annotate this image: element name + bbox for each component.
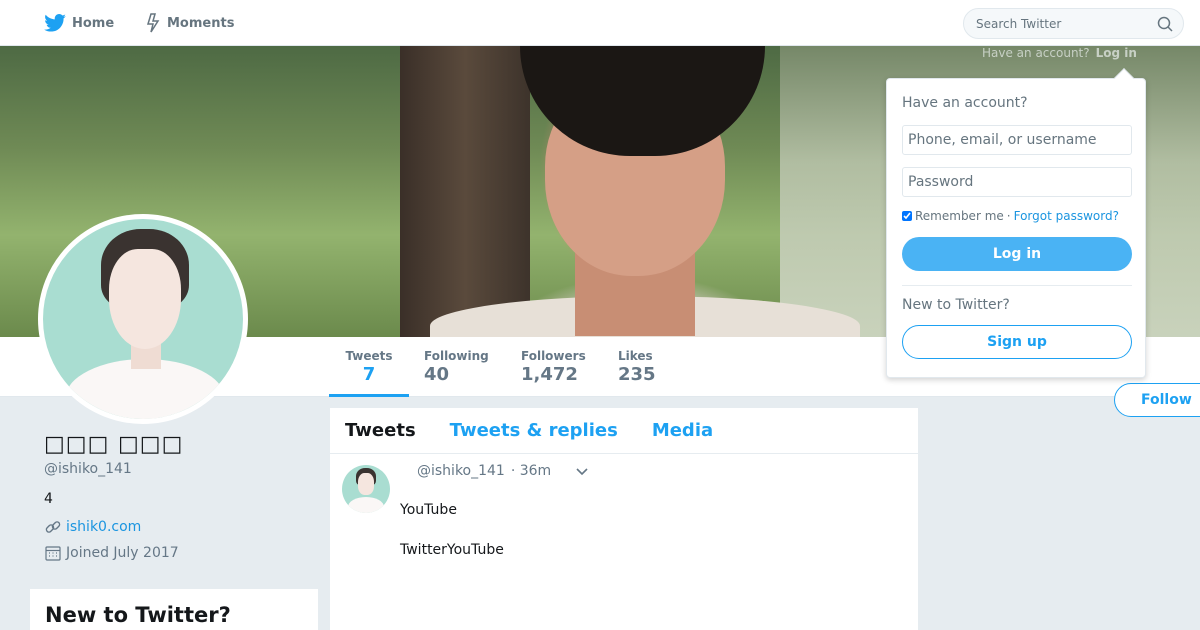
nav-moments-label: Moments xyxy=(167,15,235,31)
banner-login-link[interactable]: Log in xyxy=(1096,46,1137,60)
stat-tweets-count: 7 xyxy=(362,364,376,385)
search-input[interactable] xyxy=(964,9,1149,38)
profile-display-name[interactable]: □□□ □□□ xyxy=(44,432,324,460)
remember-row: Remember me · Forgot password? xyxy=(902,209,1119,223)
tab-media[interactable]: Media xyxy=(652,420,713,441)
timeline-tabs: Tweets Tweets & replies Media xyxy=(330,408,918,454)
profile-joined-date: Joined July 2017 xyxy=(66,545,179,561)
tweet-handle[interactable]: @ishiko_141 xyxy=(417,463,505,479)
stat-following-label: Following xyxy=(424,349,489,363)
login-divider xyxy=(902,285,1132,286)
search-icon[interactable] xyxy=(1157,16,1173,32)
profile-website-link[interactable]: ishik0.com xyxy=(66,519,141,535)
signup-callout: New to Twitter? xyxy=(30,589,318,630)
stat-followers[interactable]: Followers 1,472 xyxy=(521,337,586,397)
profile-bio: 4 xyxy=(44,491,53,507)
stat-tweets-label: Tweets xyxy=(345,349,393,363)
follow-button[interactable]: Follow xyxy=(1114,383,1200,417)
nav-home[interactable]: Home xyxy=(44,0,114,46)
timeline: Tweets Tweets & replies Media xyxy=(330,408,918,630)
nav-moments[interactable]: Moments xyxy=(145,0,234,46)
search-box xyxy=(963,8,1184,39)
stat-followers-count: 1,472 xyxy=(521,364,578,385)
tab-tweets-replies[interactable]: Tweets & replies xyxy=(450,420,618,441)
tweet-avatar[interactable] xyxy=(342,465,390,513)
top-navigation: Home Moments xyxy=(0,0,1200,46)
username-input[interactable] xyxy=(902,125,1132,155)
nav-home-label: Home xyxy=(72,15,115,31)
tweet-avatar-face xyxy=(358,473,374,495)
password-input[interactable] xyxy=(902,167,1132,197)
profile-header-card: □□□ □□□ @ishiko_141 4 ishik0.com Joined … xyxy=(44,432,324,562)
avatar-face xyxy=(109,249,181,349)
remember-label[interactable]: Remember me xyxy=(915,209,1004,223)
twitter-bird-icon xyxy=(44,14,66,32)
link-icon xyxy=(45,521,61,533)
login-heading: Have an account? xyxy=(902,95,1028,111)
new-to-twitter-label: New to Twitter? xyxy=(902,297,1010,313)
tweet-avatar-shirt xyxy=(348,497,384,513)
remember-separator: · xyxy=(1006,209,1011,223)
tweet-time[interactable]: · 36m xyxy=(511,463,551,479)
stat-likes[interactable]: Likes 235 xyxy=(618,337,656,397)
stat-following[interactable]: Following 40 xyxy=(424,337,489,397)
stat-tweets[interactable]: Tweets 7 xyxy=(329,337,409,397)
lightning-icon xyxy=(146,13,160,33)
forgot-password-link[interactable]: Forgot password? xyxy=(1014,209,1119,223)
stat-likes-label: Likes xyxy=(618,349,653,363)
profile-handle[interactable]: @ishiko_141 xyxy=(44,461,324,477)
remember-checkbox[interactable] xyxy=(902,211,912,221)
stat-following-count: 40 xyxy=(424,364,450,385)
banner-login-prompt: Have an account? Log in xyxy=(982,46,1137,60)
stat-followers-label: Followers xyxy=(521,349,586,363)
profile-website: ishik0.com xyxy=(44,518,324,536)
profile-joined: Joined July 2017 xyxy=(44,544,324,562)
calendar-icon xyxy=(45,546,61,561)
signup-button[interactable]: Sign up xyxy=(902,325,1132,359)
tweet-text-line1: YouTube xyxy=(400,502,457,518)
tab-tweets[interactable]: Tweets xyxy=(345,420,416,441)
login-dropdown: Have an account? Remember me · Forgot pa… xyxy=(886,68,1146,378)
login-button[interactable]: Log in xyxy=(902,237,1132,271)
tweet-text-line2: TwitterYouTube xyxy=(400,542,504,558)
banner-tree-trunk xyxy=(400,46,530,337)
tweet-header: @ishiko_141 · 36m xyxy=(417,463,551,479)
chevron-down-icon[interactable] xyxy=(575,466,589,478)
signup-callout-heading: New to Twitter? xyxy=(45,603,231,627)
stat-likes-count: 235 xyxy=(618,364,656,385)
profile-avatar[interactable] xyxy=(38,214,248,424)
banner-have-account: Have an account? xyxy=(982,46,1090,60)
